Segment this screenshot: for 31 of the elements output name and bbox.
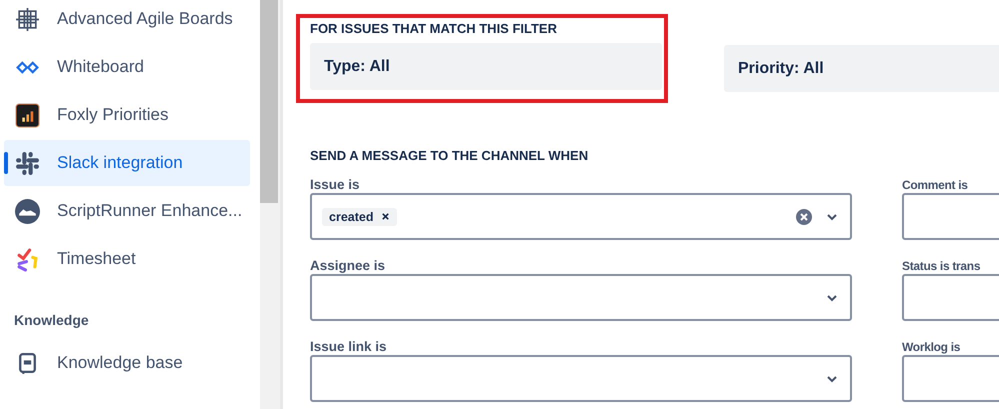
field-label: Comment is: [902, 177, 969, 193]
sidebar-item[interactable]: Timesheet: [4, 236, 250, 282]
priority-filter[interactable]: Priority: All: [724, 45, 999, 92]
field-label: Issue is: [310, 177, 361, 193]
sidebar-item[interactable]: Whiteboard: [4, 44, 250, 90]
chevron-down-icon[interactable]: [826, 294, 838, 302]
chevron-down-icon[interactable]: [826, 212, 838, 220]
field-label: Assignee is: [310, 258, 386, 274]
chevron-down-icon[interactable]: [826, 374, 838, 382]
type-filter[interactable]: Type: All: [310, 43, 662, 90]
section-heading: Knowledge: [13, 311, 90, 330]
sidebar-item[interactable]: ScriptRunner Enhance...: [4, 188, 250, 234]
colored-strokes-icon: [15, 246, 40, 272]
select-field[interactable]: [310, 274, 852, 321]
sidebar-item[interactable]: Knowledge base: [4, 340, 250, 386]
remove-icon[interactable]: [381, 212, 390, 221]
tag-chip: created: [322, 208, 398, 226]
section-heading: SEND A MESSAGE TO THE CHANNEL WHEN: [310, 148, 590, 163]
hash-logo-icon: [15, 150, 40, 176]
select-field[interactable]: [310, 355, 852, 402]
clear-icon[interactable]: [796, 208, 812, 224]
field-label: Status is trans: [902, 258, 982, 274]
section-heading: FOR ISSUES THAT MATCH THIS FILTER: [310, 21, 558, 36]
bar-chart-icon: [15, 102, 40, 128]
field-label: Issue link is: [310, 339, 388, 355]
sidebar-item[interactable]: Advanced Agile Boards: [4, 0, 250, 42]
select-field[interactable]: created: [310, 193, 852, 240]
scrollbar[interactable]: [260, 0, 283, 409]
sidebar-item[interactable]: Foxly Priorities: [4, 92, 250, 138]
sidebar-item[interactable]: Slack integration: [4, 140, 250, 186]
field-label: Worklog is: [902, 339, 962, 355]
